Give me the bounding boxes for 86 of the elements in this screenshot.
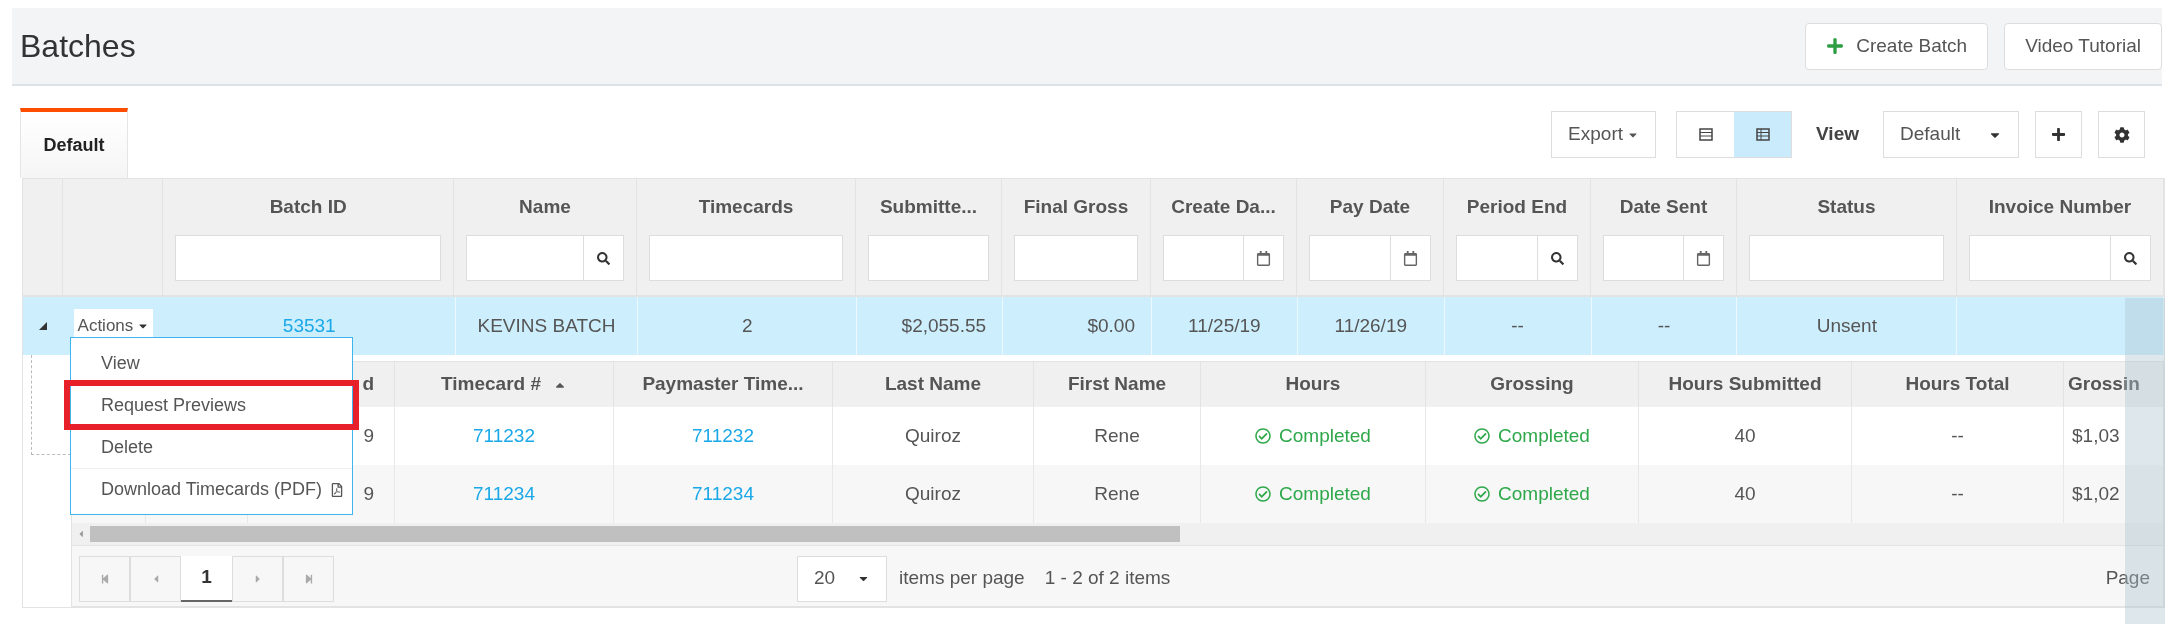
table-cell-text: $1,03 xyxy=(2072,423,2120,448)
tab[interactable]: Default xyxy=(20,108,128,178)
view-label: View xyxy=(1816,122,1859,147)
table-cell-text: $0.00 xyxy=(1087,313,1135,338)
table-cell-text: KEVINS BATCH xyxy=(477,313,616,338)
filter-field[interactable] xyxy=(1749,235,1944,281)
table-cell-text: 40 xyxy=(1734,481,1756,506)
status-label: Completed xyxy=(1255,421,1371,451)
export-button[interactable]: Export xyxy=(1551,111,1657,158)
table-cell-text: -- xyxy=(1951,423,1964,448)
items-per-page-label: items per page xyxy=(899,566,1025,591)
column-header[interactable]: Period End xyxy=(1466,192,1568,222)
filter-field[interactable] xyxy=(1309,235,1431,281)
column-header[interactable]: Final Gross xyxy=(1023,192,1129,222)
first-page-icon xyxy=(99,573,110,584)
last-page-icon xyxy=(303,573,314,584)
filter-field[interactable] xyxy=(466,235,624,281)
column-header[interactable]: Name xyxy=(519,192,571,222)
page-button[interactable]: 1 xyxy=(181,555,232,602)
scrollbar-thumb[interactable] xyxy=(90,526,1180,542)
status-label: Completed xyxy=(1474,479,1590,509)
table-cell-text: 11/25/19 xyxy=(1188,313,1261,338)
next-page-button[interactable] xyxy=(232,555,283,602)
table-cell-text: $2,055.55 xyxy=(901,313,987,338)
table-cell-text: Rene xyxy=(1094,423,1140,448)
filter-field[interactable] xyxy=(649,235,843,281)
horizontal-scrollbar[interactable] xyxy=(72,523,2163,545)
filter-field[interactable] xyxy=(1969,235,2151,281)
table-cell-text: 11/26/19 xyxy=(1334,313,1408,338)
last-page-button[interactable] xyxy=(283,555,334,602)
search-icon xyxy=(597,251,610,265)
table-cell-text: -- xyxy=(1951,481,1964,506)
column-header[interactable]: Submitte... xyxy=(879,192,978,222)
menu-item[interactable]: Download Timecards (PDF) xyxy=(71,468,352,510)
column-header[interactable]: Invoice Number xyxy=(1988,192,2132,222)
column-header[interactable]: Pay Date xyxy=(1329,192,1411,222)
add-button[interactable] xyxy=(2035,111,2082,158)
page-title: Batches xyxy=(20,27,136,66)
filter-field[interactable] xyxy=(1014,235,1138,281)
table-cell-text: -- xyxy=(1511,313,1524,338)
filter-field[interactable] xyxy=(1456,235,1578,281)
plus-icon xyxy=(1826,37,1845,55)
filter-field[interactable] xyxy=(1603,235,1724,281)
page-label: Page xyxy=(2105,566,2150,591)
previous-page-button[interactable] xyxy=(130,555,181,602)
view-dropdown[interactable]: Default xyxy=(1883,111,2019,158)
column-header[interactable]: Date Sent xyxy=(1619,192,1708,222)
table-icon xyxy=(1755,128,1770,141)
calendar-icon xyxy=(1403,250,1418,266)
caret-icon xyxy=(39,322,47,330)
status-label: Completed xyxy=(1255,479,1371,509)
table-cell-text: 2 xyxy=(742,313,753,338)
calendar-icon xyxy=(1696,250,1711,266)
table-cell-text: -- xyxy=(1657,313,1671,338)
expand-toggle[interactable] xyxy=(39,322,47,330)
column-header[interactable]: Timecards xyxy=(698,192,794,222)
table-cell-text: $1,02 xyxy=(2072,481,2120,506)
filter-field[interactable] xyxy=(868,235,989,281)
list-icon xyxy=(1698,128,1713,141)
table-cell-text: 9 xyxy=(363,481,374,506)
column-header[interactable]: Batch ID xyxy=(269,192,347,222)
batch-row[interactable]: Actions 53531 KEVINS BATCH 2 $2,055.55 $0.00 11/25/19 11/26/19 -- -- Unsent xyxy=(23,295,2164,355)
page-size-dropdown[interactable]: 20 xyxy=(797,555,887,602)
settings-icon xyxy=(2113,126,2130,143)
table-cell-text: Quiroz xyxy=(905,423,961,448)
table-cell-text: Rene xyxy=(1094,481,1140,506)
table-cell-text: Quiroz xyxy=(905,481,961,506)
calendar-icon xyxy=(1256,250,1271,266)
search-icon xyxy=(2124,251,2137,265)
table-cell-text: 9 xyxy=(363,423,374,448)
column-header[interactable]: Create Da... xyxy=(1171,192,1276,222)
video-tutorial-button[interactable]: Video Tutorial xyxy=(2004,22,2162,70)
plus-icon xyxy=(2051,127,2066,142)
filter-field[interactable] xyxy=(175,235,441,281)
settings-button[interactable] xyxy=(2098,111,2145,158)
status-label: Completed xyxy=(1474,421,1590,451)
column-header[interactable]: Status xyxy=(1817,192,1876,222)
first-page-button[interactable] xyxy=(79,555,130,602)
table-view-button[interactable] xyxy=(1734,112,1792,157)
menu-item[interactable]: Delete xyxy=(71,426,352,468)
search-icon xyxy=(1551,251,1564,265)
table-cell-text: Unsent xyxy=(1816,313,1877,338)
create-batch-button[interactable]: Create Batch xyxy=(1805,22,1989,70)
table-cell-text: 40 xyxy=(1734,423,1756,448)
items-summary: 1 - 2 of 2 items xyxy=(1044,566,1171,591)
filter-field[interactable] xyxy=(1163,235,1284,281)
